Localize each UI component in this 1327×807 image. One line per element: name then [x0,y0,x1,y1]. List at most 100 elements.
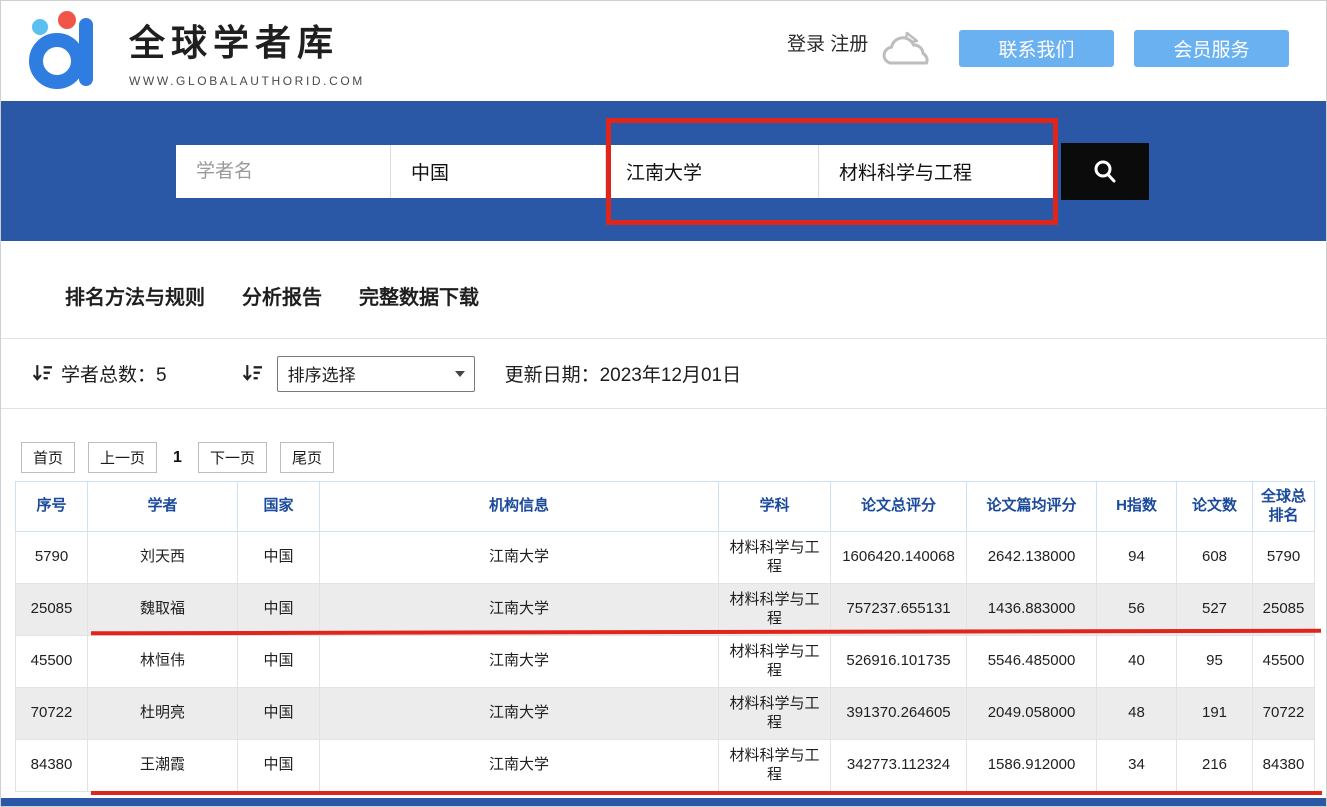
sort-select[interactable]: 排序选择 [277,356,475,392]
scholar-name-input[interactable] [176,145,391,198]
table-cell: 魏取福 [88,584,238,636]
table-cell: 中国 [238,584,320,636]
table-cell: 江南大学 [320,532,719,584]
table-cell: 材料科学与工程 [719,636,831,688]
table-cell: 56 [1097,584,1177,636]
table-cell: 江南大学 [320,740,719,792]
table-cell: 25085 [16,584,88,636]
table-row: 70722 杜明亮中国江南大学材料科学与工程391370.2646052049.0… [16,688,1315,740]
column-header: 学科 [719,482,831,532]
site-url: WWW.GLOBALAUTHORID.COM [129,74,365,88]
table-cell: 中国 [238,636,320,688]
nav-links: 排名方法与规则 分析报告 完整数据下载 [1,241,1326,310]
contact-button[interactable]: 联系我们 [959,30,1114,67]
table-cell: 526916.101735 [831,636,967,688]
table-cell: 48 [1097,688,1177,740]
table-cell: 84380 [1253,740,1315,792]
column-header: 国家 [238,482,320,532]
nav-item-data-download[interactable]: 完整数据下载 [359,281,479,310]
pagination-last-button[interactable]: 尾页 [280,442,334,473]
sort-icon [241,363,262,384]
table-cell: 5790 [1253,532,1315,584]
table-cell: 216 [1177,740,1253,792]
sort-icon [31,363,52,384]
table-cell: 材料科学与工程 [719,740,831,792]
pagination-prev-button[interactable]: 上一页 [88,442,157,473]
table-cell: 江南大学 [320,636,719,688]
column-header: 论文数 [1177,482,1253,532]
chevron-down-icon [455,371,465,377]
member-button[interactable]: 会员服务 [1134,30,1289,67]
stats-bar: 学者总数：5 排序选择 更新日期：2023年12月01日 [1,338,1326,409]
table-cell: 材料科学与工程 [719,584,831,636]
table-row: 25085魏取福中国江南大学材料科学与工程757237.6551311436.8… [16,584,1315,636]
table-cell: 1436.883000 [967,584,1097,636]
table-cell: 王潮霞 [88,740,238,792]
table-header-row: 序号学者国家机构信息学科论文总评分论文篇均评分H指数论文数全球总排名 [16,482,1315,532]
search-button[interactable] [1061,143,1149,200]
column-header: 论文篇均评分 [967,482,1097,532]
table-cell: 45500 [16,636,88,688]
table-cell: 中国 [238,740,320,792]
page: 全球学者库 WWW.GLOBALAUTHORID.COM 登录 注册 联系我们 … [0,0,1327,807]
table-cell: 94 [1097,532,1177,584]
table-cell: 70722 [1253,688,1315,740]
table-cell: 中国 [238,532,320,584]
search-icon [1090,157,1120,187]
register-link[interactable]: 注册 [830,34,868,55]
table-cell: 中国 [238,688,320,740]
table-cell: 5546.485000 [967,636,1097,688]
footer-bar [1,798,1326,806]
table-cell: 杜明亮 [88,688,238,740]
table-cell: 5790 [16,532,88,584]
column-header: 学者 [88,482,238,532]
logo-graphic [19,9,111,93]
table-body: 5790刘天西中国江南大学材料科学与工程1606420.1400682642.1… [16,532,1315,792]
scholars-table: 序号学者国家机构信息学科论文总评分论文篇均评分H指数论文数全球总排名 5790刘… [15,481,1315,792]
column-header: 全球总排名 [1253,482,1315,532]
table-cell: 95 [1177,636,1253,688]
update-date-label: 更新日期：2023年12月01日 [505,360,742,387]
country-input[interactable] [391,145,606,198]
site-logo-icon[interactable] [19,9,111,93]
table-cell: 林恒伟 [88,636,238,688]
pagination-current-page: 1 [170,449,185,467]
table-cell: 材料科学与工程 [719,532,831,584]
table-cell: 江南大学 [320,688,719,740]
brand-block: 全球学者库 WWW.GLOBALAUTHORID.COM [129,14,365,88]
table-row: 45500林恒伟中国江南大学材料科学与工程526916.1017355546.4… [16,636,1315,688]
search-bar [176,145,1149,198]
pagination-next-button[interactable]: 下一页 [198,442,267,473]
table-cell: 757237.655131 [831,584,967,636]
institution-input[interactable] [606,145,819,198]
sort-select-value: 排序选择 [288,361,356,386]
table-cell: 40 [1097,636,1177,688]
table-row: 84380王潮霞中国江南大学材料科学与工程342773.1123241586.9… [16,740,1315,792]
column-header: 序号 [16,482,88,532]
pagination-first-button[interactable]: 首页 [21,442,75,473]
login-link[interactable]: 登录 [787,34,825,55]
column-header: 论文总评分 [831,482,967,532]
cloud-icon [877,29,935,76]
site-title: 全球学者库 [129,14,365,66]
table-cell: 25085 [1253,584,1315,636]
table-cell: 材料科学与工程 [719,688,831,740]
subject-input[interactable] [819,145,1058,198]
pagination: 首页 上一页 1 下一页 尾页 [21,442,334,473]
table-cell: 608 [1177,532,1253,584]
table-cell: 2642.138000 [967,532,1097,584]
scholar-total-label: 学者总数：5 [61,360,167,387]
table-cell: 1586.912000 [967,740,1097,792]
nav-item-analysis-report[interactable]: 分析报告 [242,281,322,310]
nav-item-ranking-rules[interactable]: 排名方法与规则 [65,281,205,310]
table-cell: 1606420.140068 [831,532,967,584]
table-cell: 191 [1177,688,1253,740]
search-section [1,101,1326,241]
column-header: 机构信息 [320,482,719,532]
table-cell: 391370.264605 [831,688,967,740]
table-cell: 84380 [16,740,88,792]
table-cell: 2049.058000 [967,688,1097,740]
table-cell: 34 [1097,740,1177,792]
site-header: 全球学者库 WWW.GLOBALAUTHORID.COM 登录 注册 联系我们 … [1,1,1326,101]
table-cell: 江南大学 [320,584,719,636]
